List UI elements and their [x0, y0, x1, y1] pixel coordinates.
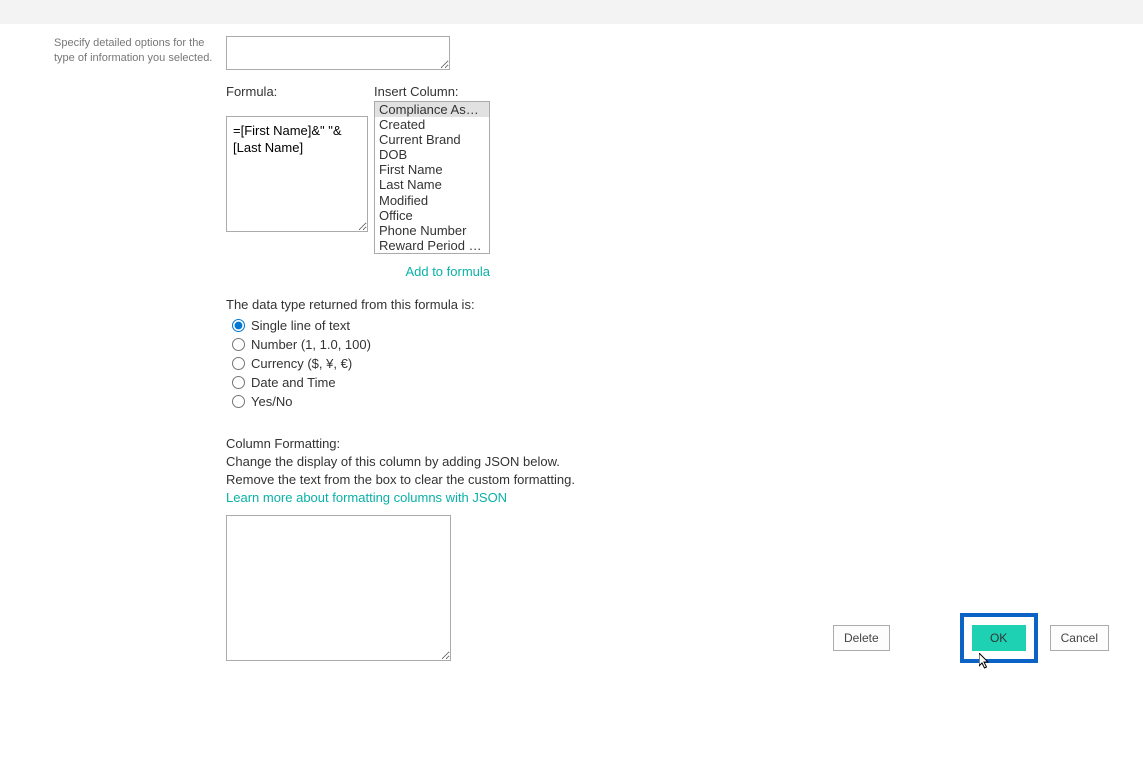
listbox-item[interactable]: Phone Number: [375, 223, 489, 238]
radio-label: Single line of text: [251, 318, 350, 333]
formula-label: Formula:: [226, 84, 368, 99]
radio-option-single-line[interactable]: Single line of text: [232, 318, 575, 333]
formula-column: Formula:: [226, 84, 368, 254]
radio-input-datetime[interactable]: [232, 376, 245, 389]
ok-button[interactable]: OK: [972, 625, 1026, 651]
formatting-textarea[interactable]: [226, 515, 451, 661]
radio-input-number[interactable]: [232, 338, 245, 351]
radio-option-yesno[interactable]: Yes/No: [232, 394, 575, 409]
form-column: Formula: Insert Column: Compliance Asset…: [226, 36, 575, 664]
radio-option-currency[interactable]: Currency ($, ¥, €): [232, 356, 575, 371]
radio-label: Currency ($, ¥, €): [251, 356, 352, 371]
cursor-icon: [979, 653, 993, 671]
insert-column-label: Insert Column:: [374, 84, 490, 99]
listbox-item[interactable]: Created: [375, 117, 489, 132]
formatting-learn-more-link[interactable]: Learn more about formatting columns with…: [226, 490, 575, 505]
button-row: Delete OK Cancel: [833, 613, 1109, 663]
listbox-item[interactable]: DOB: [375, 147, 489, 162]
radio-input-single-line[interactable]: [232, 319, 245, 332]
formatting-line2: Remove the text from the box to clear th…: [226, 471, 575, 489]
datatype-section: The data type returned from this formula…: [226, 297, 575, 409]
formatting-section: Column Formatting: Change the display of…: [226, 435, 575, 664]
add-to-formula-link[interactable]: Add to formula: [226, 264, 490, 279]
datatype-radio-group: Single line of text Number (1, 1.0, 100) C…: [232, 318, 575, 409]
insert-column-listbox[interactable]: Compliance Asset IdCreatedCurrent BrandD…: [374, 101, 490, 254]
radio-label: Yes/No: [251, 394, 292, 409]
radio-label: Date and Time: [251, 375, 336, 390]
main-container: Specify detailed options for the type of…: [0, 24, 1143, 664]
cancel-button[interactable]: Cancel: [1050, 625, 1109, 651]
radio-input-currency[interactable]: [232, 357, 245, 370]
radio-input-yesno[interactable]: [232, 395, 245, 408]
listbox-item[interactable]: Office: [375, 208, 489, 223]
radio-label: Number (1, 1.0, 100): [251, 337, 371, 352]
listbox-item[interactable]: Modified: [375, 193, 489, 208]
radio-option-datetime[interactable]: Date and Time: [232, 375, 575, 390]
listbox-item[interactable]: Last Name: [375, 177, 489, 192]
description-textarea[interactable]: [226, 36, 450, 70]
listbox-item[interactable]: Compliance Asset Id: [375, 102, 489, 117]
listbox-item[interactable]: First Name: [375, 162, 489, 177]
listbox-item[interactable]: Reward Period End: [375, 238, 489, 253]
radio-option-number[interactable]: Number (1, 1.0, 100): [232, 337, 575, 352]
top-bar: [0, 0, 1143, 24]
formatting-line1: Change the display of this column by add…: [226, 453, 575, 471]
section-description: Specify detailed options for the type of…: [0, 36, 226, 664]
formula-textarea[interactable]: [226, 116, 368, 232]
datatype-heading: The data type returned from this formula…: [226, 297, 575, 312]
listbox-item[interactable]: Current Brand: [375, 132, 489, 147]
formatting-heading: Column Formatting:: [226, 435, 575, 453]
formula-row: Formula: Insert Column: Compliance Asset…: [226, 84, 575, 254]
delete-button[interactable]: Delete: [833, 625, 890, 651]
insert-column-section: Insert Column: Compliance Asset IdCreate…: [374, 84, 490, 254]
ok-highlight-box: OK: [960, 613, 1038, 663]
